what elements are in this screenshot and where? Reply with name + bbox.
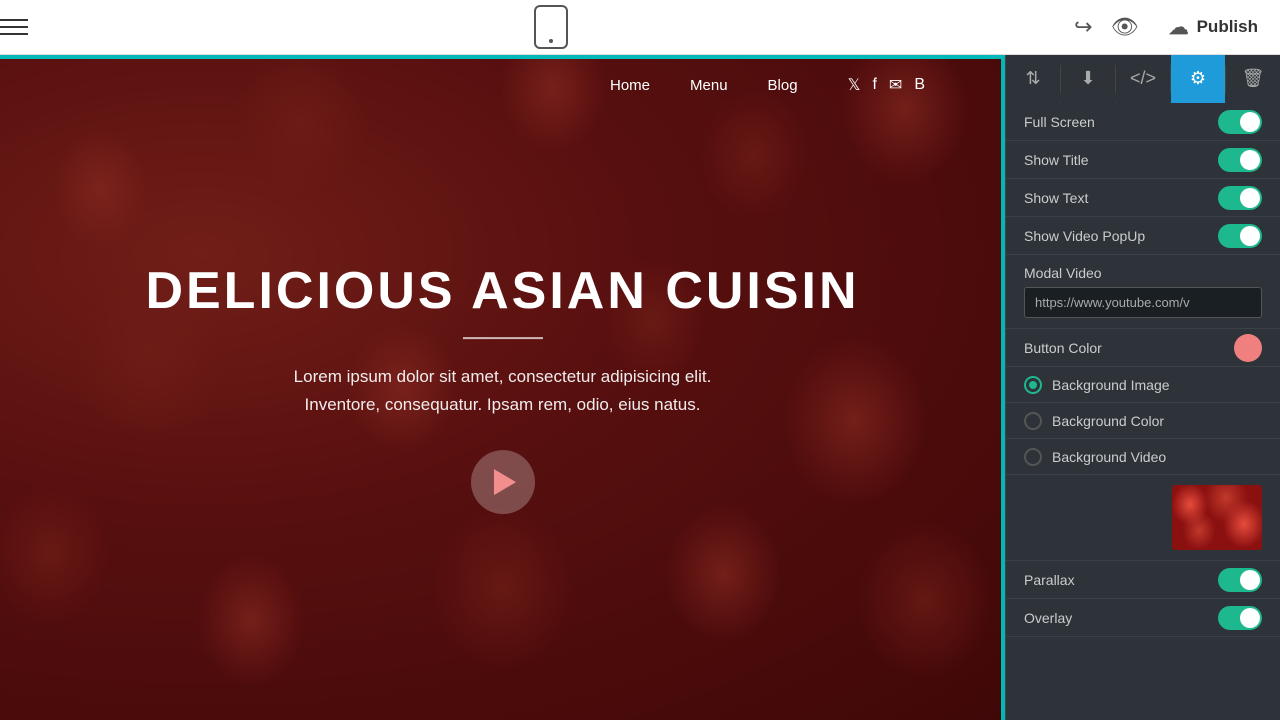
twitter-icon[interactable]: 𝕏 <box>848 75 861 95</box>
hero-divider <box>463 337 543 339</box>
parallax-row: Parallax <box>1006 561 1280 599</box>
full-screen-row: Full Screen <box>1006 103 1280 141</box>
modal-video-input[interactable] <box>1024 287 1262 318</box>
background-image-radio[interactable] <box>1024 376 1042 394</box>
facebook-icon[interactable]: f <box>872 76 876 94</box>
background-image-thumbnail-section <box>1006 475 1280 561</box>
background-image-row[interactable]: Background Image <box>1006 367 1280 403</box>
download-tool-button[interactable]: ⬇ <box>1061 55 1115 103</box>
delete-tool-button[interactable]: 🗑 <box>1226 55 1280 103</box>
nav-item-menu[interactable]: Menu <box>690 77 728 94</box>
code-tool-button[interactable]: </> <box>1116 55 1170 103</box>
hero-background: Home Menu Blog 𝕏 f ✉ B DELICIOUS ASIAN C… <box>0 55 1005 720</box>
hero-content: DELICIOUS ASIAN CUISIN Lorem ipsum dolor… <box>113 261 893 515</box>
parallax-toggle[interactable] <box>1218 568 1262 592</box>
overlay-toggle[interactable] <box>1218 606 1262 630</box>
sort-tool-button[interactable]: ⇅ <box>1006 55 1060 103</box>
show-video-popup-row: Show Video PopUp <box>1006 217 1280 255</box>
overlay-row: Overlay <box>1006 599 1280 637</box>
background-color-radio[interactable] <box>1024 412 1042 430</box>
show-text-toggle[interactable] <box>1218 186 1262 210</box>
full-screen-label: Full Screen <box>1024 114 1095 130</box>
topbar: ↩ 👁 ☁ Publish <box>0 0 1280 55</box>
show-title-label: Show Title <box>1024 152 1089 168</box>
show-video-popup-toggle[interactable] <box>1218 224 1262 248</box>
background-video-label: Background Video <box>1052 449 1166 465</box>
background-color-row[interactable]: Background Color <box>1006 403 1280 439</box>
email-icon[interactable]: ✉ <box>889 75 902 95</box>
overlay-label: Overlay <box>1024 610 1072 626</box>
show-title-toggle[interactable] <box>1218 148 1262 172</box>
settings-panel: ⇅ ⬇ </> ⚙ 🗑 Full Screen S <box>1005 55 1280 720</box>
nav-social-icons: 𝕏 f ✉ B <box>848 75 925 95</box>
nav-item-home[interactable]: Home <box>610 77 650 94</box>
show-title-row: Show Title <box>1006 141 1280 179</box>
publish-button[interactable]: ☁ Publish <box>1157 9 1270 46</box>
background-color-label: Background Color <box>1052 413 1164 429</box>
hero-text: Lorem ipsum dolor sit amet, consectetur … <box>113 363 893 421</box>
hamburger-menu[interactable] <box>0 19 28 35</box>
preview-icon[interactable]: 👁 <box>1111 14 1139 40</box>
publish-label: Publish <box>1197 17 1258 37</box>
background-image-label: Background Image <box>1052 377 1170 393</box>
cloud-upload-icon: ☁ <box>1169 15 1189 40</box>
background-video-radio[interactable] <box>1024 448 1042 466</box>
show-video-popup-label: Show Video PopUp <box>1024 228 1145 244</box>
canvas: Home Menu Blog 𝕏 f ✉ B DELICIOUS ASIAN C… <box>0 55 1280 720</box>
teal-border-right <box>1001 55 1005 720</box>
show-text-label: Show Text <box>1024 190 1088 206</box>
play-video-button[interactable] <box>471 450 535 514</box>
show-text-row: Show Text <box>1006 179 1280 217</box>
nav-item-blog[interactable]: Blog <box>768 77 798 94</box>
panel-toolbar: ⇅ ⬇ </> ⚙ 🗑 <box>1006 55 1280 103</box>
modal-video-label: Modal Video <box>1024 265 1262 281</box>
settings-tool-button[interactable]: ⚙ <box>1171 55 1225 103</box>
modal-video-section: Modal Video <box>1006 255 1280 329</box>
topbar-center <box>534 5 568 49</box>
hero-title: DELICIOUS ASIAN CUISIN <box>113 261 893 321</box>
hero-text-line1: Lorem ipsum dolor sit amet, consectetur … <box>113 363 893 392</box>
more-icon[interactable]: B <box>914 76 925 94</box>
full-screen-toggle[interactable] <box>1218 110 1262 134</box>
undo-icon[interactable]: ↩ <box>1074 14 1092 40</box>
topbar-left <box>0 19 28 35</box>
hero-nav: Home Menu Blog 𝕏 f ✉ B <box>0 55 1005 115</box>
hero-text-line2: Inventore, consequatur. Ipsam rem, odio,… <box>113 392 893 421</box>
background-image-thumbnail[interactable] <box>1172 485 1262 550</box>
button-color-picker[interactable] <box>1234 334 1262 362</box>
topbar-right: ↩ 👁 ☁ Publish <box>1074 9 1280 46</box>
mobile-preview-icon[interactable] <box>534 5 568 49</box>
button-color-row: Button Color <box>1006 329 1280 367</box>
panel-content[interactable]: Full Screen Show Title Show Text <box>1006 103 1280 720</box>
parallax-label: Parallax <box>1024 572 1075 588</box>
background-video-row[interactable]: Background Video <box>1006 439 1280 475</box>
button-color-label: Button Color <box>1024 340 1102 356</box>
teal-border-top <box>0 55 1005 59</box>
